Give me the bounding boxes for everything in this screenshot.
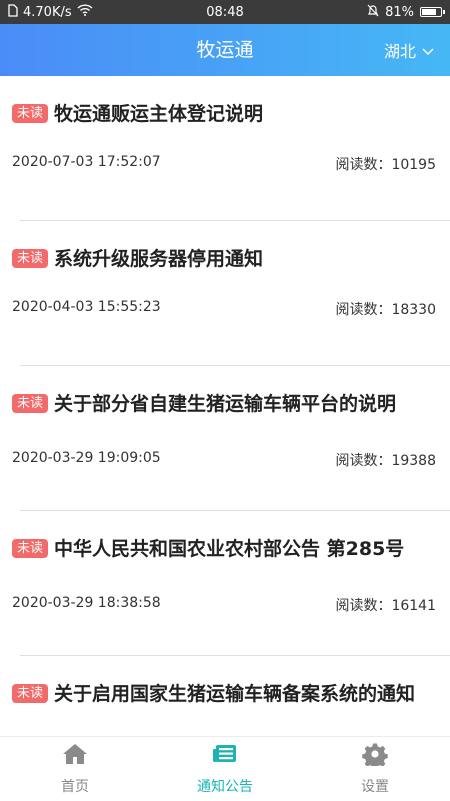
notice-title: 未读 关于部分省自建生猪运输车辆平台的说明 (12, 390, 436, 448)
unread-badge: 未读 (12, 394, 49, 413)
notice-title: 未读 系统升级服务器停用通知 (12, 245, 436, 274)
notice-title-text: 关于启用国家生猪运输车辆备案系统的通知 (54, 683, 416, 705)
chevron-down-icon (422, 41, 434, 60)
notice-title-text: 关于部分省自建生猪运输车辆平台的说明 (54, 393, 397, 415)
list-item[interactable]: 未读 系统升级服务器停用通知 2020-04-03 15:55:23 阅读数：18… (0, 221, 450, 366)
notice-title: 未读 中华人民共和国农业农村部公告 第285号 (12, 535, 436, 593)
read-count: 阅读数：18330 (335, 302, 436, 318)
unread-badge: 未读 (12, 249, 49, 268)
tab-settings[interactable]: 设置 (300, 737, 450, 801)
notice-date: 2020-03-29 18:38:58 (12, 595, 161, 611)
read-count: 阅读数：16141 (335, 598, 436, 614)
tab-label: 通知公告 (197, 779, 253, 795)
mute-bell-icon (367, 4, 379, 21)
home-icon (62, 742, 88, 770)
notice-date: 2020-04-03 15:55:23 (12, 299, 161, 315)
tab-label: 设置 (361, 779, 389, 795)
page-title: 牧运通 (196, 39, 254, 61)
notice-date: 2020-03-29 19:09:05 (12, 450, 161, 466)
bottom-tab-bar: 首页 通知公告 设置 (0, 736, 450, 801)
notice-title-text: 中华人民共和国农业农村部公告 第285号 (54, 538, 405, 560)
list-item[interactable]: 未读 中华人民共和国农业农村部公告 第285号 2020-03-29 18:38:… (0, 511, 450, 656)
list-item[interactable]: 未读 关于部分省自建生猪运输车辆平台的说明 2020-03-29 19:09:05… (0, 366, 450, 511)
notice-meta: 2020-04-03 15:55:23 阅读数：18330 (12, 299, 436, 319)
app-header: 牧运通 湖北 (0, 24, 450, 76)
notice-meta: 2020-07-03 17:52:07 阅读数：10195 (12, 154, 436, 174)
notice-meta: 2020-03-29 18:38:58 阅读数：16141 (12, 595, 436, 615)
battery-percent: 81% (385, 4, 414, 20)
unread-badge: 未读 (12, 104, 49, 123)
notice-title-text: 牧运通贩运主体登记说明 (54, 103, 264, 125)
tab-home[interactable]: 首页 (0, 737, 150, 801)
wifi-icon (77, 4, 93, 20)
status-bar: 4.70K/s 08:48 81% (0, 0, 450, 24)
unread-badge: 未读 (12, 539, 49, 558)
region-selector[interactable]: 湖北 (384, 24, 434, 76)
battery-icon (420, 7, 445, 17)
tab-label: 首页 (61, 779, 89, 795)
news-icon (212, 742, 238, 770)
read-count: 阅读数：19388 (335, 453, 436, 469)
gear-icon (362, 742, 388, 770)
notice-title: 未读 关于启用国家生猪运输车辆备案系统的通知 (12, 680, 436, 736)
unread-badge: 未读 (12, 684, 49, 703)
notice-date: 2020-07-03 17:52:07 (12, 154, 161, 170)
notice-meta: 2020-03-29 19:09:05 阅读数：19388 (12, 450, 436, 470)
notice-title: 未读 牧运通贩运主体登记说明 (12, 100, 436, 129)
notice-list: 未读 牧运通贩运主体登记说明 2020-07-03 17:52:07 阅读数：10… (0, 76, 450, 736)
clock: 08:48 (206, 4, 244, 20)
list-item[interactable]: 未读 牧运通贩运主体登记说明 2020-07-03 17:52:07 阅读数：10… (0, 76, 450, 221)
tab-notices[interactable]: 通知公告 (150, 737, 300, 801)
network-speed: 4.70K/s (23, 4, 72, 20)
read-count: 阅读数：10195 (335, 157, 436, 173)
list-item[interactable]: 未读 关于启用国家生猪运输车辆备案系统的通知 (0, 656, 450, 736)
sim-icon (8, 3, 18, 21)
notice-title-text: 系统升级服务器停用通知 (54, 248, 264, 270)
region-label: 湖北 (383, 42, 416, 61)
